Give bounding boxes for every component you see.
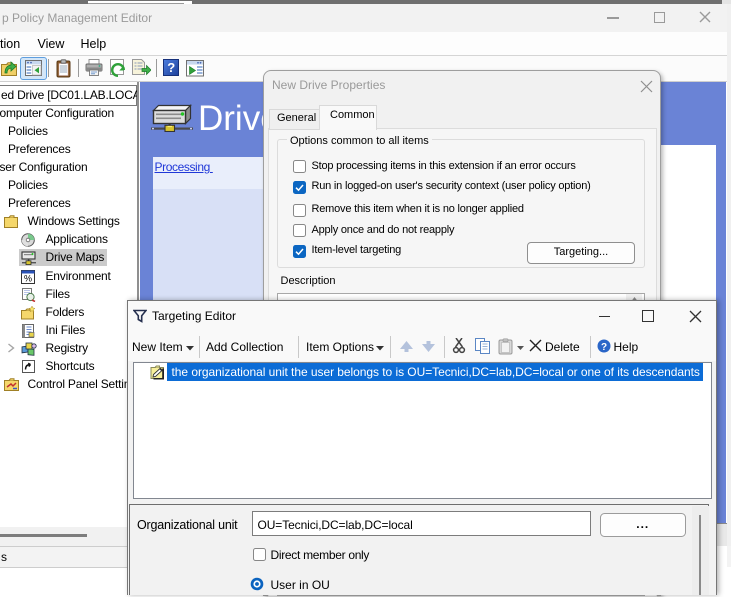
svg-text:%: % <box>24 273 32 283</box>
svg-text:?: ? <box>167 60 175 75</box>
svg-text:?: ? <box>601 342 607 353</box>
